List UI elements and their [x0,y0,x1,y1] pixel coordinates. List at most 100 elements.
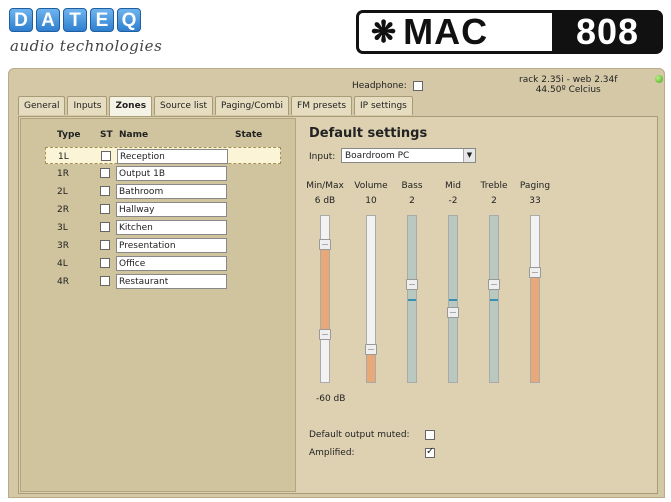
volume-slider[interactable] [365,215,377,383]
zone-name-field[interactable]: Presentation [116,238,227,253]
bass-slider[interactable] [406,215,418,383]
zone-type: 2L [57,187,68,197]
mid-label: Mid [445,181,461,191]
st-header: ST [100,130,113,140]
mac808-logo: ❋ MAC 808 [356,10,663,54]
treble-thumb[interactable] [488,279,500,290]
zone-st-checkbox[interactable] [100,222,110,232]
version-text: rack 2.35i - web 2.34f [519,75,618,85]
zone-row[interactable]: 4L Office [45,255,281,272]
headphone-checkbox[interactable] [412,81,423,91]
zone-st-checkbox[interactable] [100,204,110,214]
dateq-logo: D A T E Q [9,8,141,32]
zone-row[interactable]: 1L Reception [45,147,281,164]
paging-label: Paging [519,181,551,191]
logo-letter: T [63,8,87,32]
paging-slider[interactable] [529,215,541,383]
logo-letter: D [9,8,33,32]
minmax-high-thumb[interactable] [319,239,331,250]
headphone-label: Headphone: [352,81,407,91]
zone-type: 4L [57,259,68,269]
logo-subtitle: audio technologies [10,37,163,55]
treble-slider[interactable] [488,215,500,383]
bass-label: Bass [401,181,423,191]
input-select-value: Boardroom PC [345,151,410,161]
header: D A T E Q audio technologies ❋ MAC 808 [0,0,671,68]
zone-row[interactable]: 4R Restaurant [45,273,281,290]
zone-type: 1L [58,152,69,162]
chevron-down-icon[interactable]: ▼ [463,149,475,162]
treble-center-mark [490,299,498,301]
bass-center-mark [408,299,416,301]
logo-letter: A [36,8,60,32]
tab-zones[interactable]: Zones [109,96,153,116]
volume-value: 10 [365,196,377,206]
mid-slider[interactable] [447,215,459,383]
tab-inputs[interactable]: Inputs [67,96,108,115]
zone-type: 3R [57,241,69,251]
status-led-icon [655,75,663,83]
product-number: 808 [575,11,640,52]
tab-general[interactable]: General [18,96,66,115]
bass-value: 2 [409,196,415,206]
tab-source-list[interactable]: Source list [154,96,214,115]
zone-name-field[interactable]: Bathroom [116,184,227,199]
logo-letter: E [90,8,114,32]
minmax-label: Min/Max [306,181,344,191]
bass-thumb[interactable] [406,279,418,290]
mid-thumb[interactable] [447,307,459,318]
name-header: Name [119,130,149,140]
volume-thumb[interactable] [365,344,377,355]
product-name: MAC [403,11,489,52]
tab-paging-combi[interactable]: Paging/Combi [215,96,290,115]
zone-row[interactable]: 2R Hallway [45,201,281,218]
muted-label: Default output muted: [309,430,410,440]
treble-value: 2 [491,196,497,206]
tab-fm-presets[interactable]: FM presets [291,96,353,115]
headphone-toggle: Headphone: [352,81,423,91]
amplified-label: Amplified: [309,448,355,458]
paging-slider-fill [531,272,539,382]
state-header: State [235,130,263,140]
zone-st-checkbox[interactable] [100,276,110,286]
zone-type: 3L [57,223,68,233]
muted-checkbox[interactable] [425,430,435,440]
zone-name-field[interactable]: Output 1B [116,166,227,181]
zone-name-field[interactable]: Kitchen [116,220,227,235]
minmax-low-value: -60 dB [316,394,346,404]
treble-label: Treble [480,181,508,191]
paging-thumb[interactable] [529,267,541,278]
logo-letter: Q [117,8,141,32]
amplified-checkbox[interactable] [425,446,435,458]
zone-row[interactable]: 1R Output 1B [45,165,281,182]
asterisk-icon: ❋ [371,15,398,49]
zone-st-checkbox[interactable] [100,186,110,196]
zone-name-field[interactable]: Hallway [116,202,227,217]
type-header: Type [57,130,81,140]
tab-content: Type ST Name State 1L Reception 1R Outpu… [18,116,658,494]
minmax-value: 6 dB [314,196,336,206]
zone-st-checkbox[interactable] [100,258,110,268]
zone-st-checkbox[interactable] [100,168,110,178]
zone-row[interactable]: 3L Kitchen [45,219,281,236]
input-label: Input: [309,152,336,162]
zone-name-field[interactable]: Restaurant [116,274,227,289]
tab-bar: General Inputs Zones Source list Paging/… [18,96,413,116]
zone-st-checkbox[interactable] [101,151,111,161]
paging-value: 33 [529,196,541,206]
input-select[interactable]: Boardroom PC ▼ [341,148,476,163]
zone-type: 2R [57,205,69,215]
minmax-low-thumb[interactable] [319,329,331,340]
tab-ip-settings[interactable]: IP settings [354,96,413,115]
zone-row[interactable]: 2L Bathroom [45,183,281,200]
version-info: rack 2.35i - web 2.34f 44.50º Celcius [519,75,617,95]
minmax-slider[interactable] [319,215,331,383]
zone-type: 1R [57,169,69,179]
zone-name-field[interactable]: Office [116,256,227,271]
zone-name-field[interactable]: Reception [117,149,228,164]
zone-st-checkbox[interactable] [100,240,110,250]
zone-row[interactable]: 3R Presentation [45,237,281,254]
zones-list: Type ST Name State 1L Reception 1R Outpu… [20,118,296,492]
minmax-slider-fill [321,244,329,334]
zone-type: 4R [57,277,69,287]
